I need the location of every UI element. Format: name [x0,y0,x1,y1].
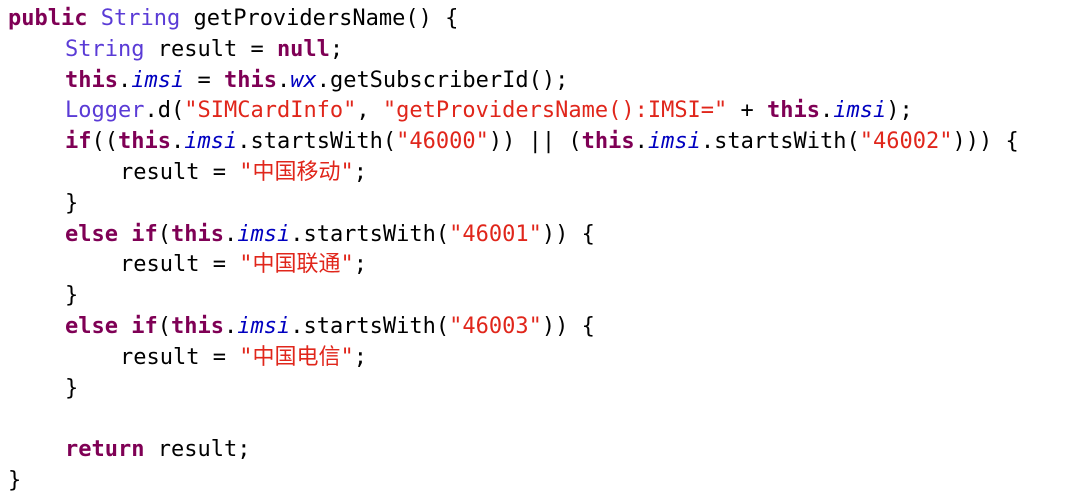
code-line: result = "中国移动"; [8,158,1062,189]
keyword-token: if [131,221,158,247]
code-token: .startsWith( [237,129,397,155]
code-token: getProvidersName() { [180,6,459,31]
code-token: . [170,129,185,155]
code-token: ( [157,313,171,339]
code-token: , [356,98,383,124]
field-token: imsi [184,129,238,155]
code-token: . [117,67,132,93]
code-token: = [184,67,224,93]
keyword-token: public [8,6,88,31]
keyword-token: this [767,98,821,124]
string-literal: "中国移动" [239,159,354,185]
code-token: + [727,98,768,124]
string-literal: "46001" [449,221,542,247]
code-line: result = "中国电信"; [8,343,1062,374]
field-token: imsi [647,129,701,155]
code-block: public String getProvidersName() {String… [8,4,1062,497]
code-token: .startsWith( [700,129,860,155]
code-token: . [820,98,834,124]
code-token: ( [157,221,171,247]
string-literal: "中国电信" [239,344,354,370]
string-literal: "46002" [859,129,953,155]
type-token: String [100,6,181,31]
string-literal: "SIMCardInfo" [184,98,357,124]
code-line: Logger.d("SIMCardInfo", "getProvidersNam… [8,96,1062,127]
string-literal: "中国联通" [239,252,354,278]
code-token: result = [120,159,240,185]
field-token: imsi [237,313,291,339]
code-line: String result = null; [8,35,1062,66]
code-line: return result; [8,435,1062,466]
keyword-token: return [65,437,145,463]
code-token: . [223,313,238,339]
code-token: result = [144,36,277,62]
code-token: . [223,221,238,247]
field-token: imsi [237,221,291,247]
type-token: Logger [65,98,145,124]
code-token: .getSubscriberId(); [316,67,569,93]
code-line: } [8,466,1062,497]
code-token: . [276,67,291,93]
keyword-token: this [170,221,224,247]
field-token: imsi [131,67,185,93]
code-token: } [65,375,79,401]
keyword-token: this [170,313,224,339]
code-token: .startsWith( [290,313,450,339]
string-literal: "46000" [396,129,489,155]
code-line: result = "中国联通"; [8,250,1062,281]
keyword-token: this [118,129,171,155]
code-token: (( [91,129,119,155]
code-token: ))) { [952,129,1019,155]
code-line: public String getProvidersName() { [8,4,1062,35]
code-line: this.imsi = this.wx.getSubscriberId(); [8,66,1062,97]
keyword-token: else [65,313,118,339]
code-line: else if(this.imsi.startsWith("46003")) { [8,312,1062,343]
code-token: result = [120,252,240,278]
code-token: )) { [541,221,595,247]
keyword-token: this [223,67,277,93]
code-token: ); [886,98,913,124]
code-token: .d( [144,98,185,124]
code-token: .startsWith( [290,221,450,247]
keyword-token: else [65,221,118,247]
string-literal: "46003" [449,313,542,339]
code-token: )) || ( [488,129,582,155]
code-token: )) { [541,313,595,339]
keyword-token: if [65,129,92,155]
string-literal: "getProvidersName():IMSI=" [382,98,728,124]
code-line: } [8,374,1062,405]
keyword-token: if [131,313,158,339]
code-token: ; [353,159,367,185]
code-token: result = [120,344,240,370]
code-token: } [65,190,79,216]
code-token: } [8,467,22,493]
field-token: imsi [833,98,887,124]
code-token: ; [353,252,367,278]
code-token: } [65,283,79,309]
code-line: else if(this.imsi.startsWith("46001")) { [8,220,1062,251]
type-token: String [65,36,145,62]
keyword-token: this [581,129,635,155]
keyword-token: null [276,36,330,62]
code-token: result; [144,437,251,463]
field-token: wx [290,67,317,93]
code-line: if((this.imsi.startsWith("46000")) || (t… [8,127,1062,158]
code-line: } [8,189,1062,220]
code-token: . [634,129,648,155]
code-token: ; [329,36,344,62]
keyword-token: this [65,67,118,93]
code-line: } [8,281,1062,312]
code-token: ; [353,344,367,370]
